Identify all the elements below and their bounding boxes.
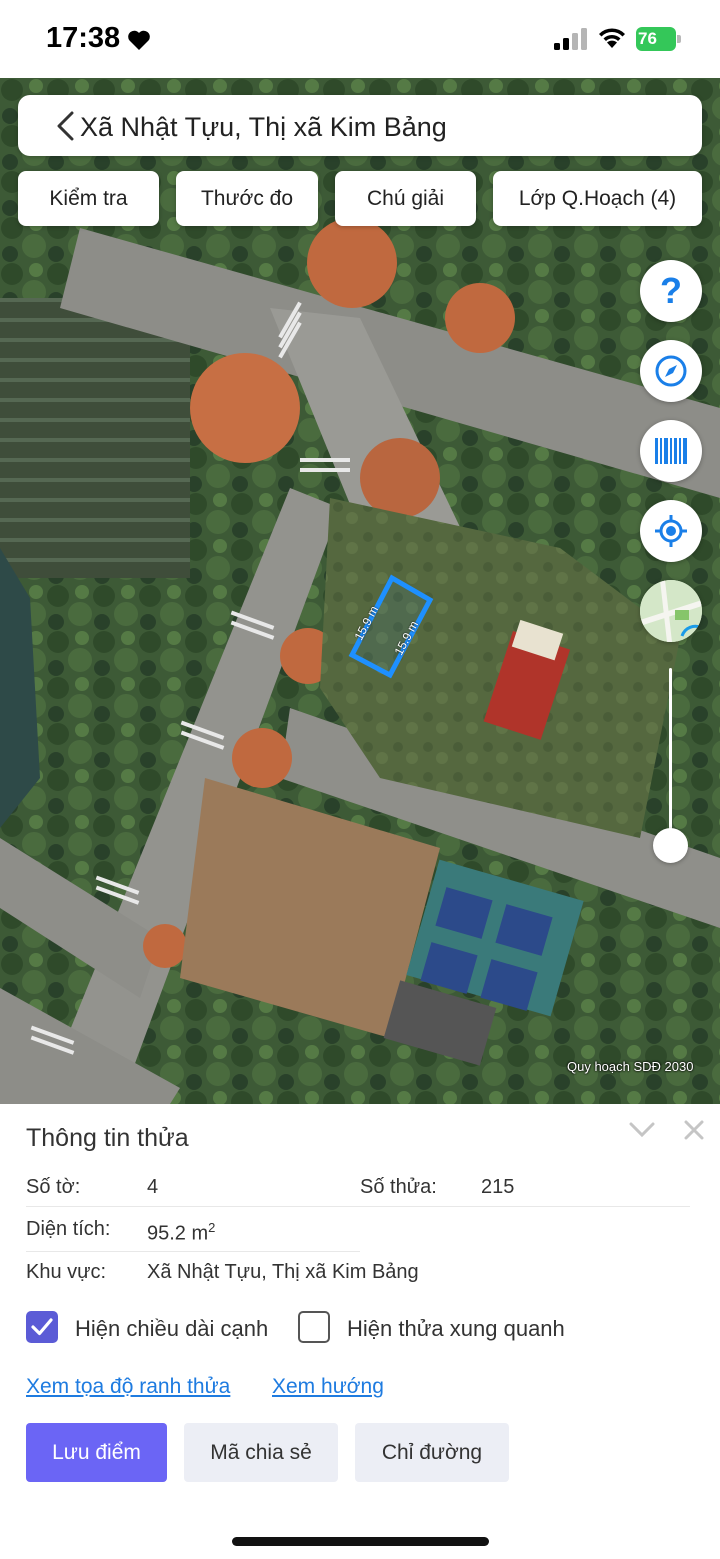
map-type-button[interactable] [640,580,702,642]
barcode-button[interactable] [640,420,702,482]
locate-icon [655,515,687,547]
battery-level: 76 [638,29,657,48]
planning-layers-button[interactable]: Lớp Q.Hoạch (4) [493,171,702,226]
status-bar: 17:38 76 [0,0,720,78]
cellular-signal-icon [554,28,587,50]
area-value: 95.2 m2 [147,1220,216,1245]
region-value: Xã Nhật Tựu, Thị xã Kim Bảng [147,1261,419,1283]
barcode-icon [655,438,687,464]
battery-icon: 76 [636,27,682,51]
location-title: Xã Nhật Tựu, Thị xã Kim Bảng [80,112,447,142]
area-label: Diện tích: [26,1218,111,1240]
show-neighbor-parcels-checkbox[interactable] [298,1311,330,1343]
row-divider [26,1251,360,1252]
sheet-number-value: 4 [147,1176,159,1198]
status-time: 17:38 [46,22,121,54]
checkmark-icon [31,1318,53,1336]
show-edge-length-checkbox[interactable] [26,1311,58,1343]
my-location-button[interactable] [640,500,702,562]
back-arrow-icon[interactable] [54,110,78,142]
view-direction-link[interactable]: Xem hướng [272,1375,384,1399]
ruler-button[interactable]: Thước đo [176,171,318,226]
save-point-button[interactable]: Lưu điểm [26,1423,167,1482]
legend-button[interactable]: Chú giải [335,171,476,226]
panel-title: Thông tin thửa [26,1124,189,1152]
help-icon: ? [660,270,682,311]
collapse-chevron-icon[interactable] [629,1122,655,1138]
row-divider [26,1206,690,1207]
map-thumbnail-icon [640,580,702,642]
check-button[interactable]: Kiểm tra [18,171,159,226]
help-button[interactable]: ? [640,260,702,322]
map-layer-credit: Quy hoạch SDĐ 2030 [567,1059,694,1074]
show-edge-length-label[interactable]: Hiện chiều dài cạnh [75,1316,268,1342]
zoom-slider-handle[interactable] [653,828,688,863]
satellite-map[interactable]: 15.9 m 15.9 m [0,78,720,1104]
parcel-number-value: 215 [481,1176,515,1198]
heart-icon [128,30,150,50]
view-boundary-coordinates-link[interactable]: Xem tọa độ ranh thửa [26,1375,230,1399]
home-indicator[interactable] [232,1537,489,1546]
zoom-slider-track[interactable] [669,668,672,848]
show-neighbor-parcels-label[interactable]: Hiện thửa xung quanh [347,1316,565,1342]
wifi-icon [599,28,625,48]
sheet-number-label: Số tờ: [26,1176,81,1198]
share-code-button[interactable]: Mã chia sẻ [184,1423,338,1482]
parcel-number-label: Số thửa: [360,1176,437,1198]
compass-button[interactable] [640,340,702,402]
compass-icon [655,355,687,387]
area-unit-superscript: 2 [208,1220,216,1235]
close-icon[interactable] [684,1120,704,1140]
region-label: Khu vực: [26,1261,107,1283]
directions-button[interactable]: Chỉ đường [355,1423,509,1482]
